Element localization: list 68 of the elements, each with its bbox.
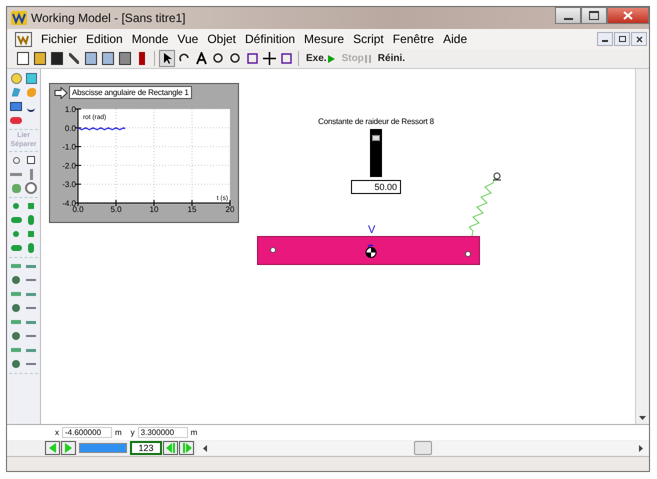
rewind-button[interactable] (163, 441, 178, 455)
step-back-button[interactable] (45, 441, 60, 455)
run-button[interactable]: Exe. (303, 53, 338, 64)
vertical-scrollbar[interactable] (635, 69, 649, 424)
slider-thumb[interactable] (372, 134, 380, 141)
y-label: y (130, 428, 135, 437)
move-icon[interactable] (261, 50, 277, 67)
axis-tick-label: 15 (188, 205, 196, 213)
axis-tick-label: -4.0 (62, 199, 76, 208)
meter-label: Constante de raideur de Ressort 8 (318, 117, 434, 126)
minimize-button[interactable] (597, 32, 613, 46)
close-button[interactable] (631, 32, 647, 46)
menu-item[interactable]: Fichier (37, 32, 82, 46)
reset-button[interactable]: Réini. (374, 53, 408, 64)
axis-tick-label: -3.0 (62, 180, 76, 190)
x-coordinate-field[interactable]: -4.600000 (62, 427, 112, 438)
scroll-left-icon[interactable] (203, 444, 207, 452)
slider-track[interactable] (370, 129, 382, 177)
scroll-right-icon[interactable] (639, 444, 643, 452)
rectangle-icon[interactable] (9, 100, 23, 112)
ring-icon[interactable] (24, 182, 38, 194)
arrow-pointer-icon[interactable] (159, 50, 175, 67)
play-icon (328, 54, 335, 62)
arrow-icon[interactable] (54, 86, 68, 98)
restore-button[interactable] (614, 32, 630, 46)
x-label: x (55, 428, 59, 437)
unit-label: m (115, 428, 122, 437)
menu-item[interactable]: Fenêtre (388, 32, 438, 46)
menu-item[interactable]: Mesure (300, 32, 348, 46)
unit-label: m (190, 428, 198, 437)
menu-item[interactable]: Script (349, 32, 388, 46)
square-point-icon[interactable] (24, 154, 38, 166)
axis-tick-label: -2.0 (62, 161, 76, 170)
axis-tick-label: 0.0 (64, 124, 76, 133)
menu-item[interactable]: Edition (82, 32, 127, 46)
axis-tick-label: -1.0 (62, 142, 76, 152)
menu-item[interactable]: Définition (241, 32, 300, 46)
body-label: V (368, 224, 376, 236)
axis-tick-label: 0.0 (72, 205, 84, 213)
frame-counter: 123 (130, 441, 162, 455)
square-icon[interactable] (24, 72, 38, 84)
menu-item[interactable]: Monde (128, 32, 172, 46)
scroll-thumb[interactable] (414, 441, 432, 455)
axis-tick-label: 10 (150, 205, 158, 213)
document-icon[interactable] (15, 32, 32, 46)
close-button[interactable] (607, 7, 649, 24)
axis-tick-label: 5.0 (110, 205, 122, 213)
step-forward-button[interactable] (61, 441, 76, 455)
maximize-button[interactable] (581, 7, 607, 24)
menu-item[interactable]: Objet (203, 32, 240, 46)
horizontal-scrollbar[interactable] (197, 441, 649, 455)
y-coordinate-field[interactable]: 3.300000 (138, 427, 188, 438)
fast-forward-button[interactable] (179, 441, 194, 455)
close-icon (636, 36, 642, 42)
center-of-mass-icon (365, 244, 377, 258)
axis-tick-label: 20 (226, 205, 234, 213)
minimize-button[interactable] (555, 7, 581, 24)
app-logo-icon (11, 11, 27, 25)
scroll-down-icon[interactable] (639, 416, 646, 420)
graph-title: Abscisse angulaire de Rectangle 1 (69, 86, 192, 99)
axis-tick-label: 1.0 (64, 105, 76, 114)
circle-icon[interactable] (9, 72, 23, 84)
value-field[interactable]: 50.00 (351, 180, 401, 194)
window-title: Working Model - [Sans titre1] (31, 11, 186, 25)
pause-icon (364, 54, 371, 62)
menu-item[interactable]: Vue (173, 32, 202, 46)
menu-item[interactable]: Aide (439, 32, 472, 46)
close-icon (623, 11, 633, 20)
